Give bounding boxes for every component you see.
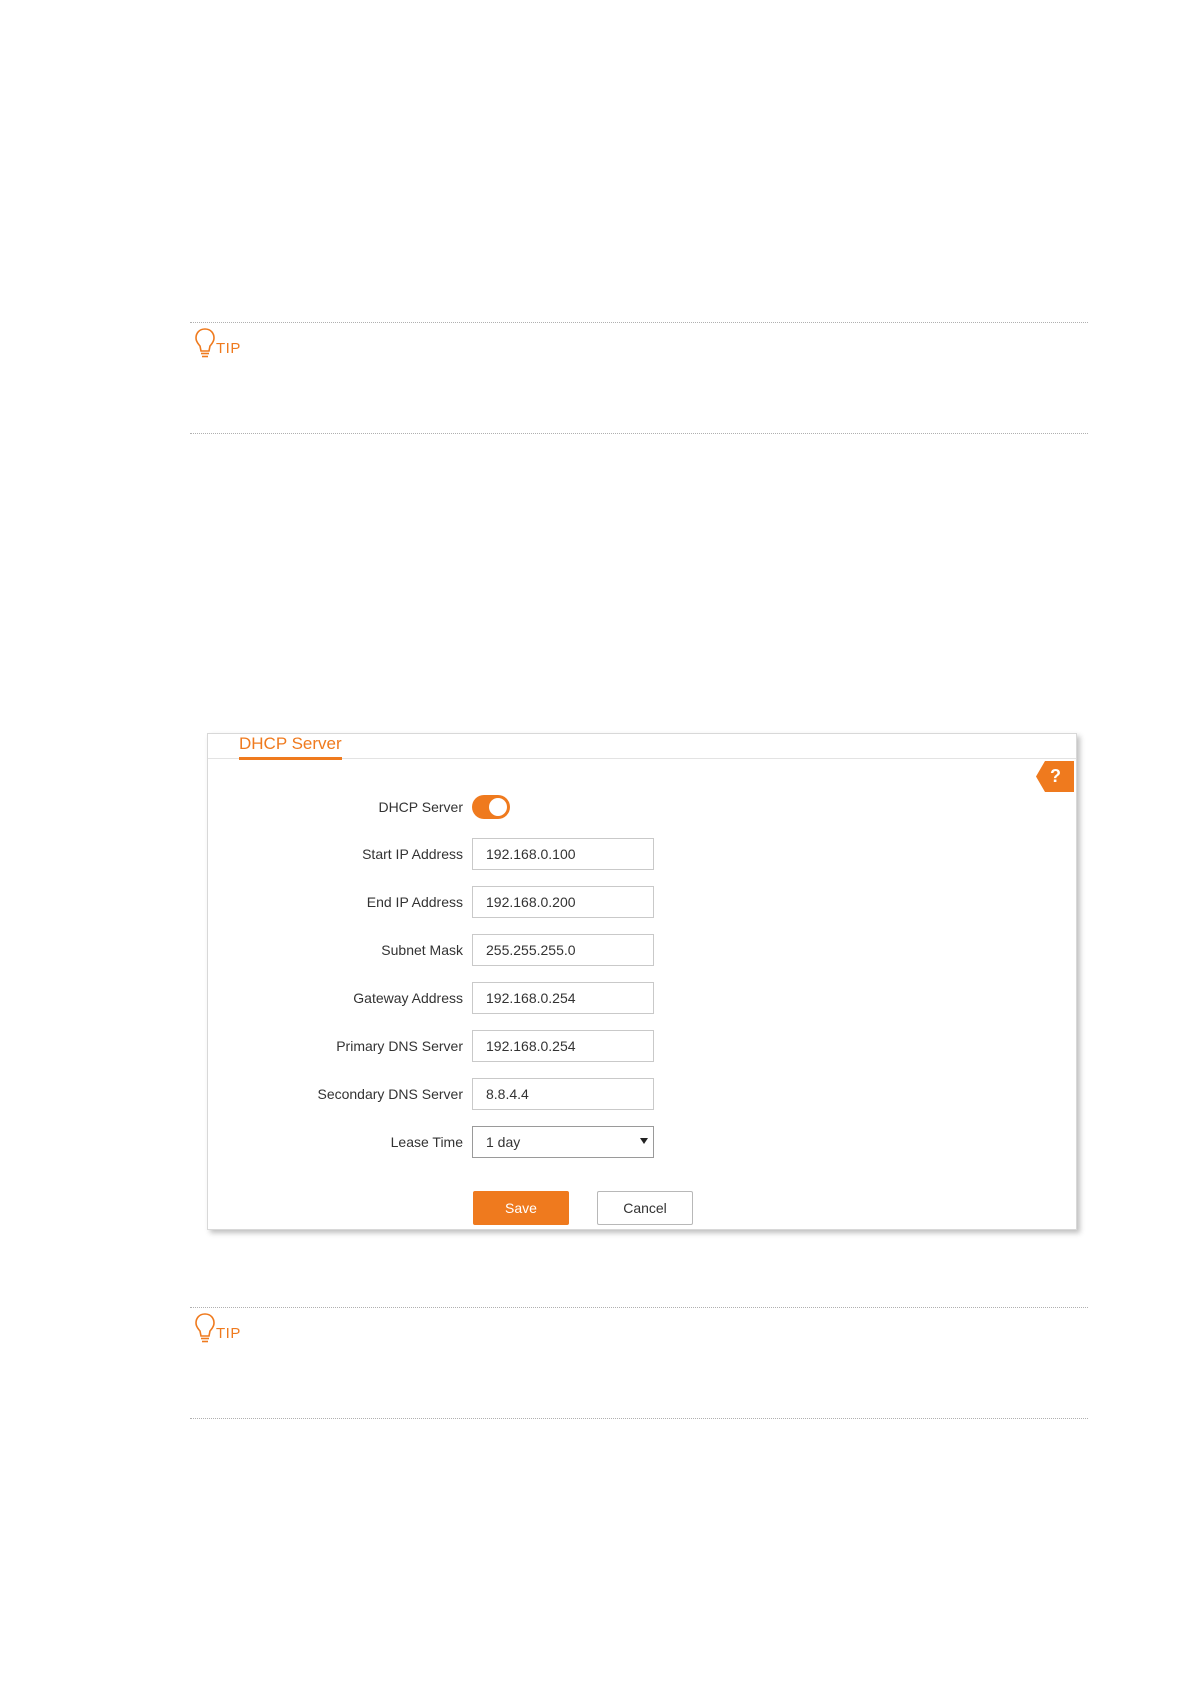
dhcp-server-panel: DHCP Server ? DHCP Server Start IP Addre… bbox=[207, 733, 1077, 1230]
tip-label: TIP bbox=[216, 1325, 241, 1342]
start-ip-input[interactable]: 192.168.0.100 bbox=[472, 838, 654, 870]
tip-header: TIP bbox=[194, 1310, 241, 1344]
end-ip-input[interactable]: 192.168.0.200 bbox=[472, 886, 654, 918]
save-button[interactable]: Save bbox=[473, 1191, 569, 1225]
primary-dns-row: Primary DNS Server 192.168.0.254 bbox=[208, 1030, 1076, 1062]
question-mark-icon: ? bbox=[1050, 766, 1061, 786]
end-ip-label: End IP Address bbox=[366, 894, 463, 910]
gateway-row: Gateway Address 192.168.0.254 bbox=[208, 982, 1076, 1014]
secondary-dns-row: Secondary DNS Server 8.8.4.4 bbox=[208, 1078, 1076, 1110]
start-ip-row: Start IP Address 192.168.0.100 bbox=[208, 838, 1076, 870]
subnet-mask-input[interactable]: 255.255.255.0 bbox=[472, 934, 654, 966]
lease-time-value: 1 day bbox=[486, 1134, 521, 1150]
subnet-mask-row: Subnet Mask 255.255.255.0 bbox=[208, 934, 1076, 966]
subnet-mask-label: Subnet Mask bbox=[381, 942, 463, 958]
primary-dns-label: Primary DNS Server bbox=[336, 1038, 463, 1054]
chevron-down-icon bbox=[640, 1138, 648, 1144]
lease-time-select[interactable]: 1 day bbox=[472, 1126, 654, 1158]
gateway-input[interactable]: 192.168.0.254 bbox=[472, 982, 654, 1014]
end-ip-row: End IP Address 192.168.0.200 bbox=[208, 886, 1076, 918]
start-ip-label: Start IP Address bbox=[362, 846, 463, 862]
dhcp-server-label: DHCP Server bbox=[378, 799, 463, 815]
lightbulb-icon bbox=[195, 328, 215, 358]
cancel-button[interactable]: Cancel bbox=[597, 1191, 693, 1225]
panel-title: DHCP Server bbox=[239, 734, 342, 760]
secondary-dns-input[interactable]: 8.8.4.4 bbox=[472, 1078, 654, 1110]
tip-block: TIP bbox=[190, 322, 1088, 434]
tip-label: TIP bbox=[216, 340, 241, 357]
dhcp-server-toggle[interactable] bbox=[472, 795, 510, 819]
dhcp-server-row: DHCP Server bbox=[208, 791, 1076, 823]
panel-title-bar: DHCP Server bbox=[208, 734, 1076, 760]
lease-time-row: Lease Time 1 day bbox=[208, 1126, 1076, 1158]
tip-header: TIP bbox=[194, 325, 241, 359]
toggle-knob bbox=[489, 798, 507, 816]
lease-time-label: Lease Time bbox=[390, 1134, 463, 1150]
lightbulb-icon bbox=[195, 1313, 215, 1343]
gateway-label: Gateway Address bbox=[353, 990, 463, 1006]
primary-dns-input[interactable]: 192.168.0.254 bbox=[472, 1030, 654, 1062]
help-button[interactable]: ? bbox=[1036, 761, 1074, 792]
secondary-dns-label: Secondary DNS Server bbox=[317, 1086, 463, 1102]
tip-block: TIP bbox=[190, 1307, 1088, 1419]
